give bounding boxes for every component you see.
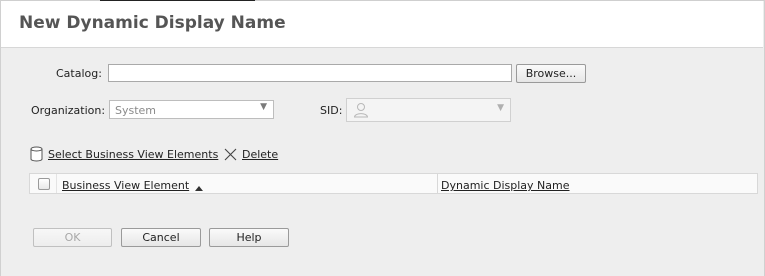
- browse-button[interactable]: Browse...: [516, 64, 586, 83]
- ok-button[interactable]: OK: [33, 228, 112, 247]
- business-view-table: Business View Element Dynamic Display Na…: [29, 173, 758, 194]
- organization-select[interactable]: System ▼: [109, 100, 274, 119]
- new-dynamic-display-name-dialog: New Dynamic Display Name Catalog: Browse…: [0, 0, 765, 276]
- dialog-border-left: [0, 0, 1, 276]
- select-all-checkbox[interactable]: [38, 178, 50, 190]
- organization-label: Organization:: [31, 104, 106, 117]
- column-header-dynamic-display-name[interactable]: Dynamic Display Name: [441, 179, 570, 192]
- dialog-header: New Dynamic Display Name: [1, 1, 763, 48]
- delete-link[interactable]: Delete: [242, 148, 278, 161]
- dialog-title: New Dynamic Display Name: [19, 13, 286, 33]
- sort-ascending-icon: [195, 181, 203, 194]
- catalog-input[interactable]: [108, 64, 512, 82]
- column-divider: [437, 174, 438, 193]
- cancel-button[interactable]: Cancel: [121, 228, 201, 247]
- select-business-view-elements-link[interactable]: Select Business View Elements: [48, 148, 218, 161]
- organization-selected: System: [115, 104, 157, 117]
- chevron-down-icon: ▼: [497, 103, 504, 113]
- sid-label: SID:: [320, 104, 343, 117]
- column-divider: [56, 174, 57, 193]
- sid-select[interactable]: ▼: [346, 98, 511, 122]
- chevron-down-icon: ▼: [260, 102, 267, 112]
- database-icon: [30, 146, 43, 165]
- user-icon: [353, 102, 369, 121]
- catalog-label: Catalog:: [56, 67, 102, 80]
- x-icon: [224, 148, 237, 164]
- column-header-business-view-element[interactable]: Business View Element: [62, 179, 189, 192]
- help-button[interactable]: Help: [209, 228, 289, 247]
